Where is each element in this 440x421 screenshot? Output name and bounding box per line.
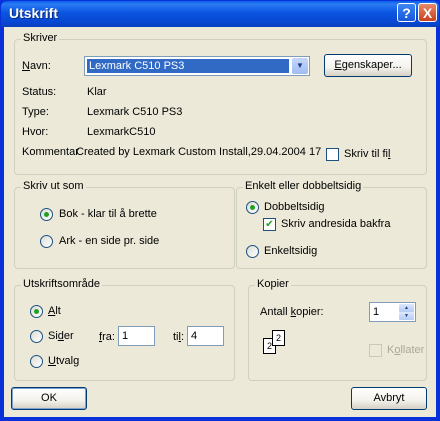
- print-range-group: Utskriftsområde Alt Sider fra: 1 til: 4 …: [14, 278, 235, 381]
- duplex-legend: Enkelt eller dobbeltsidig: [243, 180, 364, 192]
- type-label: Type:: [22, 106, 49, 118]
- status-label: Status:: [22, 86, 57, 98]
- printer-group: Skriver Navn: Lexmark C510 PS3 ▼ Egenska…: [14, 32, 427, 175]
- print-to-file-label[interactable]: Skriv til fil: [344, 148, 390, 160]
- close-button[interactable]: X: [418, 3, 437, 22]
- print-as-sheet-radio[interactable]: [40, 235, 53, 248]
- window-title: Utskrift: [9, 5, 59, 21]
- printer-name-value: Lexmark C510 PS3: [87, 59, 289, 73]
- cancel-button[interactable]: Avbryt: [351, 387, 427, 410]
- backside-checkbox[interactable]: [263, 218, 276, 231]
- to-input[interactable]: 4: [187, 326, 224, 346]
- chevron-down-icon[interactable]: ▼: [292, 58, 308, 74]
- help-button[interactable]: ?: [397, 3, 416, 22]
- copies-count-label: Antall kopier:: [260, 306, 324, 318]
- range-pages-radio[interactable]: [30, 330, 43, 343]
- duplex-single-radio[interactable]: [246, 245, 259, 258]
- print-as-book-radio[interactable]: [40, 208, 53, 221]
- copies-legend: Kopier: [255, 278, 291, 290]
- print-range-legend: Utskriftsområde: [21, 278, 103, 290]
- print-to-file-checkbox[interactable]: [326, 148, 339, 161]
- collate-label[interactable]: Kollater: [387, 344, 424, 356]
- where-label: Hvor:: [22, 126, 49, 138]
- where-value: LexmarkC510: [87, 126, 156, 138]
- printer-name-label: Navn:: [22, 60, 51, 72]
- spin-up-icon[interactable]: ▲: [399, 304, 414, 312]
- copies-count-input[interactable]: 1 ▲ ▼: [369, 302, 416, 322]
- print-as-group: Skriv ut som Bok - klar til å brette Ark…: [14, 180, 235, 269]
- printer-name-select[interactable]: Lexmark C510 PS3 ▼: [84, 56, 310, 76]
- range-all-label[interactable]: Alt: [48, 305, 61, 317]
- collate-checkbox[interactable]: [369, 344, 382, 357]
- duplex-double-radio[interactable]: [246, 201, 259, 214]
- dialog-body: Skriver Navn: Lexmark C510 PS3 ▼ Egenska…: [4, 27, 436, 417]
- comment-label: Kommentar: [22, 146, 79, 158]
- duplex-single-label[interactable]: Enkeltsidig: [264, 245, 317, 257]
- print-as-sheet-label[interactable]: Ark - en side pr. side: [59, 235, 159, 247]
- printer-group-legend: Skriver: [21, 32, 60, 44]
- copies-count-value: 1: [373, 306, 380, 318]
- properties-button[interactable]: Egenskaper...: [324, 54, 412, 77]
- print-dialog-window: Utskrift ? X Skriver Navn: Lexmark C510 …: [0, 0, 440, 421]
- copies-spinner[interactable]: ▲ ▼: [399, 304, 414, 320]
- print-as-book-label[interactable]: Bok - klar til å brette: [59, 208, 157, 220]
- print-as-legend: Skriv ut som: [21, 180, 86, 192]
- backside-label[interactable]: Skriv andresida bakfra: [281, 218, 390, 230]
- to-label: til:: [173, 331, 185, 343]
- range-selection-radio[interactable]: [30, 355, 43, 368]
- duplex-double-label[interactable]: Dobbeltsidig: [264, 201, 325, 213]
- duplex-group: Enkelt eller dobbeltsidig Dobbeltsidig S…: [236, 180, 427, 269]
- status-value: Klar: [87, 86, 107, 98]
- comment-value: Created by Lexmark Custom Install,29.04.…: [76, 146, 322, 158]
- from-input[interactable]: 1: [118, 326, 155, 346]
- spin-down-icon[interactable]: ▼: [399, 312, 414, 320]
- range-pages-label[interactable]: Sider: [48, 330, 74, 342]
- range-all-radio[interactable]: [30, 305, 43, 318]
- collate-page-icon-front: 2: [272, 330, 285, 346]
- copies-group: Kopier Antall kopier: 1 ▲ ▼ 2 2 Kollater: [248, 278, 427, 381]
- range-selection-label[interactable]: Utvalg: [48, 355, 79, 367]
- from-label: fra:: [99, 331, 115, 343]
- ok-button[interactable]: OK: [11, 387, 87, 410]
- title-bar[interactable]: Utskrift ? X: [1, 1, 439, 27]
- type-value: Lexmark C510 PS3: [87, 106, 183, 118]
